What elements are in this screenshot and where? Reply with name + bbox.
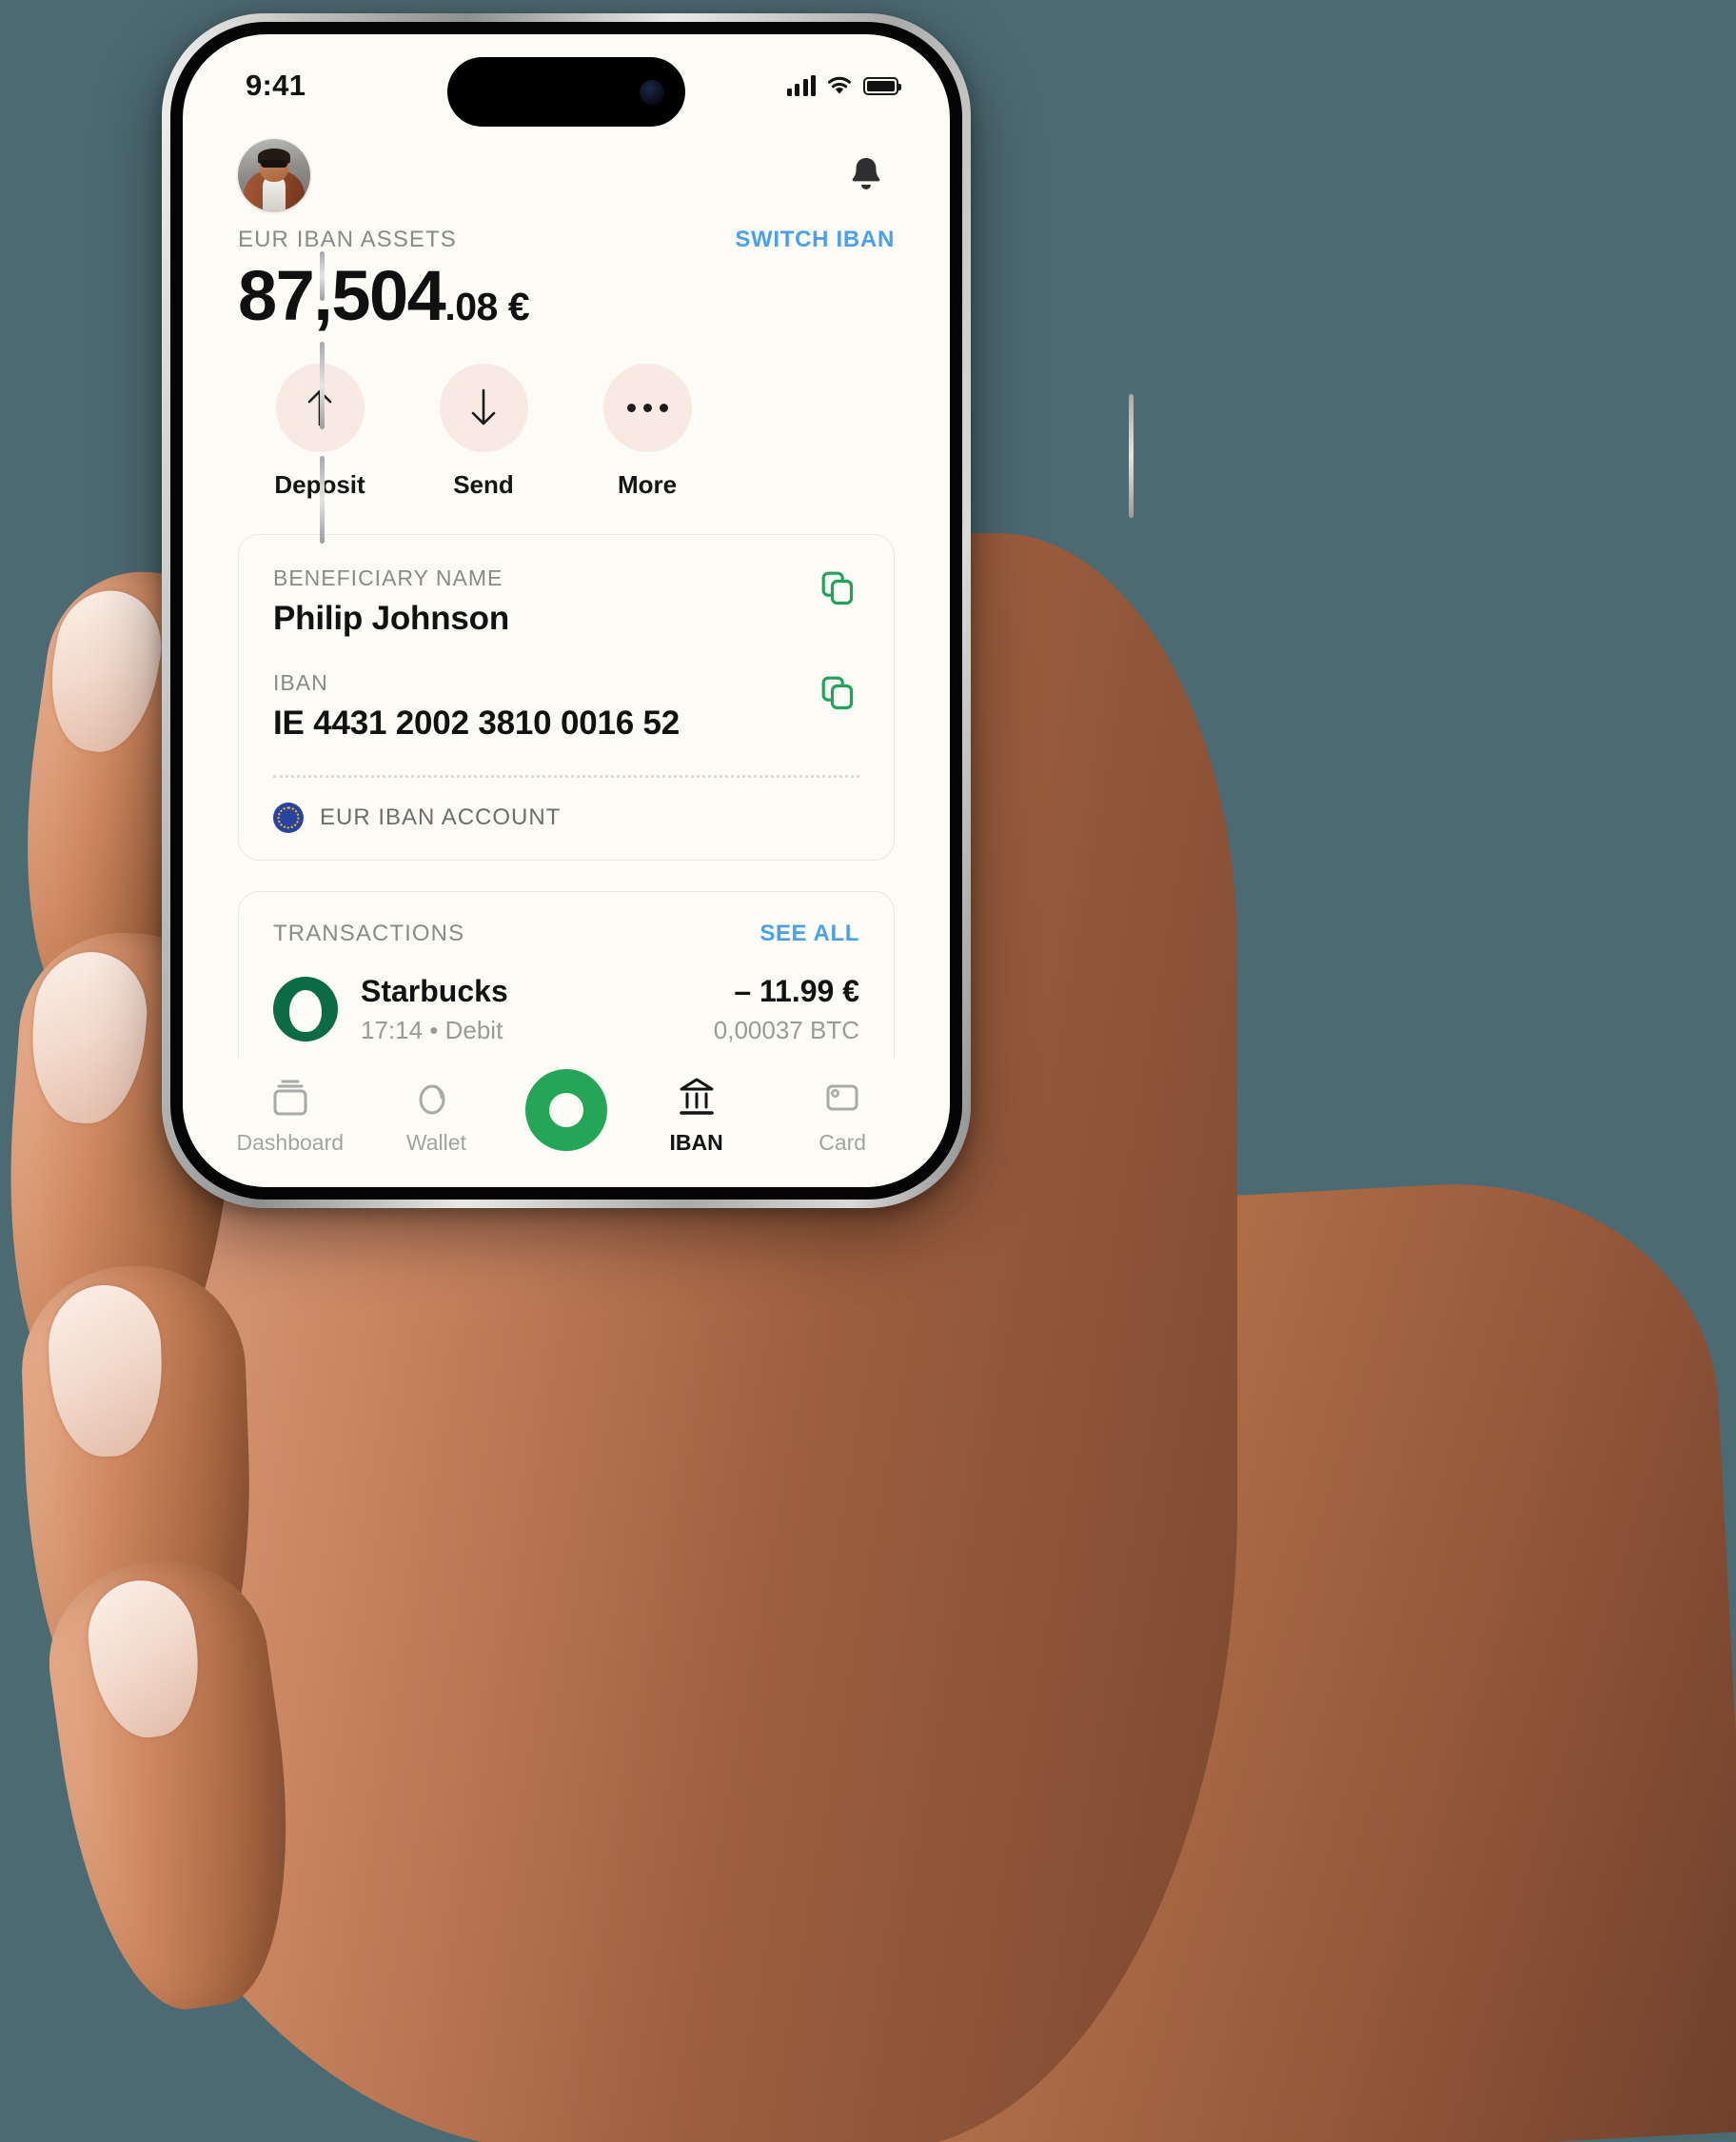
more-icon-circle	[602, 363, 692, 452]
send-icon-circle	[439, 363, 528, 452]
silent-switch[interactable]	[320, 251, 325, 301]
eu-flag-icon	[273, 802, 304, 833]
power-button[interactable]	[1129, 394, 1134, 518]
beneficiary-label: BENEFICIARY NAME	[273, 565, 503, 590]
front-camera-icon	[640, 79, 664, 105]
transaction-amount: – 11.99 €	[734, 973, 859, 1008]
copy-icon	[821, 676, 854, 709]
avatar[interactable]	[238, 139, 310, 211]
iban-label: IBAN	[273, 669, 328, 695]
iban-details-card: BENEFICIARY NAME Philip Johnson IBAN IE …	[238, 533, 895, 861]
bottom-navigation: Dashboard Wallet IBAN Card	[183, 1059, 950, 1187]
app-content: EUR IBAN ASSETS SWITCH IBAN 87,504 .08 €	[183, 118, 950, 1187]
nav-item-card[interactable]: Card	[785, 1074, 899, 1156]
transaction-crypto-amount: 0,00037 BTC	[713, 1015, 859, 1044]
balance-section: EUR IBAN ASSETS SWITCH IBAN 87,504 .08 €	[183, 217, 950, 333]
forearm	[584, 1170, 1736, 2142]
more-label: More	[617, 469, 678, 499]
volume-down-button[interactable]	[320, 456, 325, 544]
account-type-row: EUR IBAN ACCOUNT	[273, 802, 859, 833]
finger-ring	[18, 1262, 259, 1746]
transaction-merchant: Starbucks	[361, 973, 508, 1008]
phone-screen: 9:41 EUR IBAN ASSETS SWITCH IBAN 87,504 …	[183, 34, 950, 1187]
nav-item-dashboard[interactable]: Dashboard	[233, 1074, 347, 1156]
status-bar-indicators	[786, 75, 901, 96]
account-type-label: EUR IBAN ACCOUNT	[320, 803, 562, 830]
nav-item-iban[interactable]: IBAN	[640, 1074, 754, 1156]
phone-device: 9:41 EUR IBAN ASSETS SWITCH IBAN 87,504 …	[162, 13, 1134, 1208]
nav-label-dashboard: Dashboard	[236, 1129, 345, 1155]
center-action-button[interactable]	[524, 1068, 607, 1151]
balance-currency: €	[507, 285, 530, 328]
iban-value: IE 4431 2002 3810 0016 52	[273, 704, 681, 742]
transactions-card: TRANSACTIONS SEE ALL Starbucks 17:14 • D…	[238, 890, 895, 1059]
fingernail	[81, 1574, 208, 1744]
notifications-button[interactable]	[838, 147, 895, 204]
balance-decimal: .08	[444, 285, 498, 328]
card-divider	[273, 774, 859, 778]
finger-pinky	[36, 1548, 316, 2022]
beneficiary-value: Philip Johnson	[273, 599, 510, 637]
switch-iban-button[interactable]: SWITCH IBAN	[735, 227, 895, 253]
nav-label-card: Card	[819, 1129, 867, 1155]
balance-amount: 87,504 .08 €	[238, 259, 895, 333]
beneficiary-row: BENEFICIARY NAME Philip Johnson	[273, 565, 859, 638]
fingernail	[25, 947, 152, 1128]
volume-up-button[interactable]	[320, 342, 325, 429]
status-bar-time: 9:41	[246, 69, 306, 102]
quick-actions: Deposit Send More	[183, 333, 950, 500]
send-button[interactable]: Send	[402, 363, 565, 500]
balance-header-row: EUR IBAN ASSETS SWITCH IBAN	[238, 227, 895, 253]
cellular-bars-icon	[786, 75, 816, 96]
iban-row: IBAN IE 4431 2002 3810 0016 52	[273, 670, 859, 743]
battery-full-icon	[863, 76, 901, 95]
dashboard-icon	[273, 1080, 307, 1115]
status-bar: 9:41	[183, 34, 950, 127]
transactions-title: TRANSACTIONS	[273, 920, 465, 946]
starbucks-logo	[273, 977, 338, 1042]
copy-beneficiary-button[interactable]	[816, 565, 859, 616]
fingernail	[39, 582, 170, 761]
fingernail	[46, 1282, 166, 1459]
phone-bezel: 9:41 EUR IBAN ASSETS SWITCH IBAN 87,504 …	[170, 22, 962, 1200]
bell-icon	[852, 158, 880, 189]
dynamic-island	[447, 57, 685, 127]
arrow-down-icon	[471, 388, 496, 426]
nav-label-iban: IBAN	[669, 1129, 723, 1155]
wallet-icon	[419, 1084, 445, 1114]
table-row[interactable]: Starbucks 17:14 • Debit – 11.99 € 0,0003…	[273, 974, 859, 1045]
balance-integer: 87,504	[238, 256, 446, 335]
bank-icon	[679, 1078, 714, 1115]
transaction-subtitle: 17:14 • Debit	[361, 1015, 503, 1044]
wifi-icon	[828, 76, 851, 94]
nav-item-wallet[interactable]: Wallet	[379, 1074, 493, 1156]
see-all-button[interactable]: SEE ALL	[760, 921, 859, 947]
ellipsis-icon	[626, 403, 668, 412]
more-button[interactable]: More	[565, 363, 729, 500]
send-label: Send	[453, 469, 514, 499]
copy-icon	[821, 571, 854, 605]
nav-label-wallet: Wallet	[405, 1129, 466, 1155]
card-icon	[826, 1084, 858, 1110]
app-header	[183, 118, 950, 217]
balance-label: EUR IBAN ASSETS	[238, 227, 457, 252]
copy-iban-button[interactable]	[816, 670, 859, 721]
transactions-header: TRANSACTIONS SEE ALL	[273, 921, 859, 947]
